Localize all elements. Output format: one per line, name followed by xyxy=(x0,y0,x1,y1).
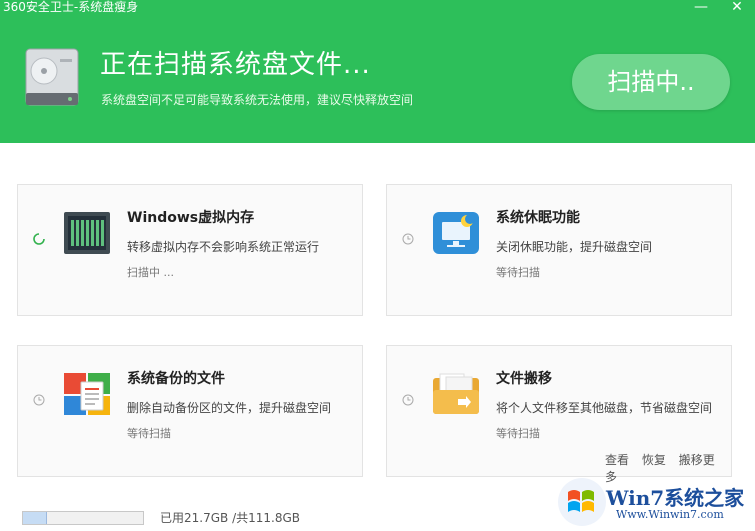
card-status: 等待扫描 xyxy=(496,266,540,279)
clock-icon xyxy=(402,233,414,245)
page-title: 正在扫描系统盘文件... xyxy=(100,50,371,80)
card-status: 等待扫描 xyxy=(127,427,171,440)
folder-move-icon xyxy=(433,373,479,414)
card-virtual-memory[interactable]: Windows虚拟内存 转移虚拟内存不会影响系统正常运行 扫描中 ... xyxy=(17,184,363,316)
watermark-url: Www.Winwin7.com xyxy=(616,508,724,521)
loading-spinner-icon xyxy=(33,233,45,245)
close-button[interactable]: ✕ xyxy=(722,0,752,16)
monitor-moon-icon xyxy=(433,212,479,254)
card-title: 系统备份的文件 xyxy=(127,371,225,387)
restore-link[interactable]: 恢复 xyxy=(642,453,666,467)
card-hibernation[interactable]: 系统休眠功能 关闭休眠功能，提升磁盘空间 等待扫描 xyxy=(386,184,732,316)
backup-files-icon xyxy=(64,373,110,415)
window-title: 360安全卫士-系统盘瘦身 xyxy=(3,0,139,14)
card-status: 等待扫描 xyxy=(496,427,540,440)
card-description: 删除自动备份区的文件，提升磁盘空间 xyxy=(127,401,332,415)
card-backup-files[interactable]: 系统备份的文件 删除自动备份区的文件，提升磁盘空间 等待扫描 xyxy=(17,345,363,477)
card-description: 关闭休眠功能，提升磁盘空间 xyxy=(496,240,653,254)
card-description: 将个人文件移至其他磁盘，节省磁盘空间 xyxy=(496,401,713,415)
card-status: 扫描中 ... xyxy=(127,266,174,279)
scan-button[interactable]: 扫描中.. xyxy=(572,54,730,110)
minimize-button[interactable]: — xyxy=(686,0,716,16)
card-file-move[interactable]: 文件搬移 将个人文件移至其他磁盘，节省磁盘空间 等待扫描 查看 恢复 搬移更多 xyxy=(386,345,732,484)
disk-usage-bar xyxy=(22,511,144,525)
hard-disk-icon xyxy=(25,48,79,106)
disk-usage-fill xyxy=(23,512,48,524)
view-link[interactable]: 查看 xyxy=(605,453,629,467)
clock-icon xyxy=(402,394,414,406)
watermark-brand: Win7系统之家 xyxy=(606,486,745,510)
card-title: 系统休眠功能 xyxy=(496,210,580,226)
clock-icon xyxy=(33,394,45,406)
memory-chip-icon xyxy=(64,212,110,254)
header-banner: 360安全卫士-系统盘瘦身 — ✕ 正在扫描系统盘文件... 系统盘空间不足可能… xyxy=(0,0,755,143)
disk-usage-text: 已用21.7GB /共111.8GB xyxy=(160,511,300,525)
page-subtitle: 系统盘空间不足可能导致系统无法使用，建议尽快释放空间 xyxy=(101,93,414,107)
card-title: Windows虚拟内存 xyxy=(127,210,255,226)
card-title: 文件搬移 xyxy=(496,371,552,387)
card-description: 转移虚拟内存不会影响系统正常运行 xyxy=(127,240,320,254)
